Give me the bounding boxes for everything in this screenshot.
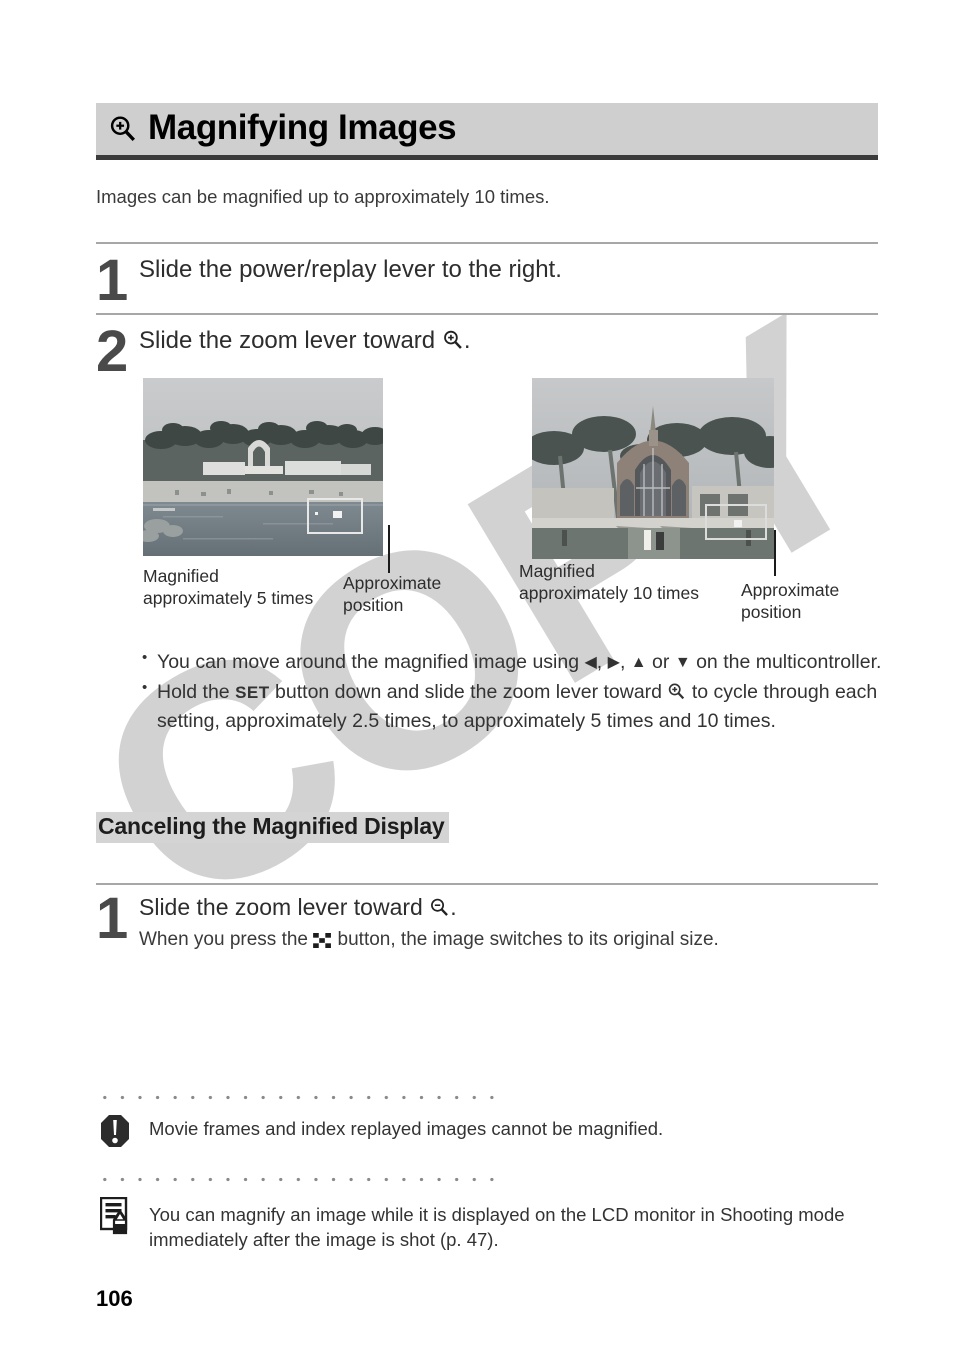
bullet-1-part2: on the multicontroller. <box>690 651 882 673</box>
cancel-detail-before: When you press the <box>139 929 314 950</box>
note-divider-2 <box>96 1177 498 1182</box>
bullet-item-multicontroller: You can move around the magnified image … <box>140 647 882 678</box>
step-text-2-before: Slide the zoom lever toward <box>139 327 442 354</box>
bullet-item-set-zoom-cycle: Hold the SET button down and slide the z… <box>140 677 882 737</box>
step-divider-1 <box>96 242 878 244</box>
bullet-1-sep3: or <box>646 651 675 673</box>
position-indicator-dot-5x <box>333 511 342 518</box>
cancel-step-text: Slide the zoom lever toward . <box>139 894 457 922</box>
magnified-10x-photo <box>532 378 774 559</box>
page-number: 106 <box>96 1286 133 1311</box>
subsection-heading: Canceling the Magnified Display <box>96 812 449 843</box>
cancel-step-number-1: 1 <box>96 886 128 951</box>
memo-pencil-icon <box>99 1196 133 1240</box>
title-underline <box>96 155 878 160</box>
bullet-1-part1: You can move around the magnified image … <box>157 651 585 673</box>
arrow-down-icon: ▼ <box>674 654 691 671</box>
position-indicator-small-dot-5x <box>315 512 318 515</box>
pointer-label-10x-line2: position <box>741 601 802 622</box>
caption-10x-line2: approximately 10 times <box>519 582 699 603</box>
step-text-2: Slide the zoom lever toward . <box>139 327 470 356</box>
step-text-1: Slide the power/replay lever to the righ… <box>139 256 562 283</box>
caption-5x-line2: approximately 5 times <box>143 587 314 608</box>
note-text-2: You can magnify an image while it is dis… <box>149 1204 845 1250</box>
caption-5x-line1: Magnified <box>143 566 219 586</box>
note-text-1: Movie frames and index replayed images c… <box>149 1118 664 1139</box>
bullet-1-sep1: , <box>596 651 608 673</box>
cancel-step-text-after: . <box>450 894 457 920</box>
note-divider-1 <box>96 1095 498 1100</box>
bullet-list: You can move around the magnified image … <box>140 647 882 737</box>
bullet-1-sep2: , <box>619 651 631 673</box>
caption-approximate-position-10x: Approximate position <box>741 580 891 624</box>
set-button-label: SET <box>235 682 270 702</box>
bullet-2-part1: Hold the <box>157 680 236 703</box>
caption-10x-line1: Magnified <box>519 561 595 581</box>
pointer-label-5x-line2: position <box>343 594 404 615</box>
pointer-label-10x-line1: Approximate <box>741 580 840 600</box>
cancel-detail-after: button, the image switches to its origin… <box>332 929 719 950</box>
manual-page: Magnifying Images Images can be magnifie… <box>0 0 954 1352</box>
magnifier-plus-icon <box>110 116 136 142</box>
position-indicator-dot-10x <box>734 520 742 527</box>
intro-text: Images can be magnified up to approximat… <box>96 186 550 207</box>
arrow-up-icon: ▲ <box>630 654 647 671</box>
magnifier-plus-icon <box>669 683 685 699</box>
step-divider-2 <box>96 313 878 315</box>
leader-line-5x <box>388 525 390 573</box>
bullet-2-part2: button down and slide the zoom lever tow… <box>269 680 668 703</box>
pointer-label-5x-line1: Approximate <box>343 573 442 593</box>
index-display-icon <box>313 933 332 948</box>
caption-magnified-10x: Magnified approximately 10 times <box>519 561 734 605</box>
step-text-2-after: . <box>463 327 471 354</box>
caption-approximate-position-5x: Approximate position <box>343 573 493 617</box>
step-number-1: 1 <box>96 248 128 313</box>
step-number-2: 2 <box>96 319 128 384</box>
magnifier-minus-icon <box>431 898 449 916</box>
warning-icon <box>100 1114 130 1153</box>
magnifier-plus-icon <box>443 330 462 349</box>
step-divider-3 <box>96 883 878 885</box>
caption-magnified-5x: Magnified approximately 5 times <box>143 566 338 610</box>
page-title-bar: Magnifying Images <box>96 103 878 155</box>
leader-line-10x <box>774 530 776 576</box>
cancel-step-detail: When you press the button, the image swi… <box>139 928 719 953</box>
arrow-right-icon: ▶ <box>607 654 620 671</box>
arrow-left-icon: ◀ <box>584 654 597 671</box>
page-title: Magnifying Images <box>148 108 457 147</box>
magnified-5x-photo <box>143 378 383 556</box>
cancel-step-text-before: Slide the zoom lever toward <box>139 894 430 920</box>
